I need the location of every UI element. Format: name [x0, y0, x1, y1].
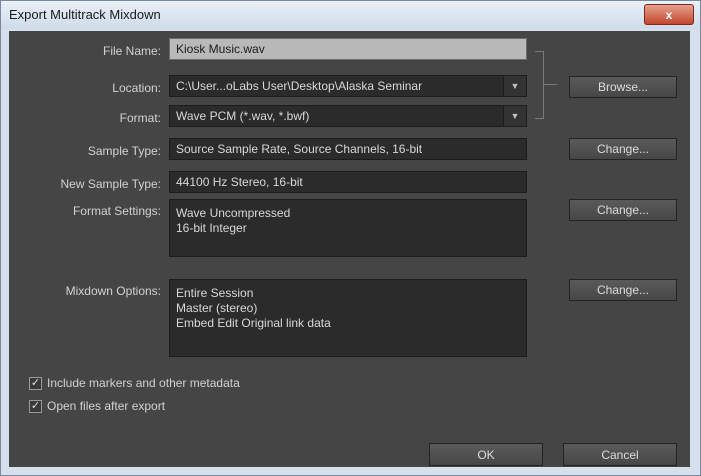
file-name-value: Kiosk Music.wav	[176, 42, 265, 56]
new-sample-type-field: 44100 Hz Stereo, 16-bit	[169, 171, 527, 193]
file-name-input[interactable]: Kiosk Music.wav	[169, 38, 527, 60]
new-sample-type-label: New Sample Type:	[60, 177, 162, 191]
cancel-button[interactable]: Cancel	[563, 443, 677, 466]
open-files-label: Open files after export	[47, 399, 166, 413]
file-name-label: File Name:	[102, 44, 161, 58]
checkmark-icon[interactable]: ✓	[29, 376, 42, 390]
ok-button[interactable]: OK	[429, 443, 543, 466]
format-label: Format:	[119, 111, 161, 125]
close-icon: x	[665, 7, 673, 22]
location-dropdown[interactable]: C:\User...oLabs User\Desktop\Alaska Semi…	[169, 75, 527, 97]
sample-type-value: Source Sample Rate, Source Channels, 16-…	[176, 142, 423, 156]
bracket-connector	[543, 84, 557, 85]
sample-type-label: Sample Type:	[87, 144, 161, 158]
format-settings-line: Wave Uncompressed	[176, 206, 291, 220]
format-dropdown[interactable]: Wave PCM (*.wav, *.bwf) ▼	[169, 105, 527, 127]
change-format-settings-button[interactable]: Change...	[569, 199, 677, 221]
format-value: Wave PCM (*.wav, *.bwf)	[176, 109, 310, 123]
location-label: Location:	[112, 81, 161, 95]
include-markers-label: Include markers and other metadata	[47, 376, 240, 390]
location-value: C:\User...oLabs User\Desktop\Alaska Semi…	[176, 79, 423, 93]
close-button[interactable]: x	[644, 4, 694, 25]
open-files-checkbox-row[interactable]: ✓ Open files after export	[29, 399, 165, 413]
mixdown-options-label: Mixdown Options:	[65, 284, 161, 298]
title-bar[interactable]: Export Multitrack Mixdown x	[1, 1, 700, 29]
format-settings-line: 16-bit Integer	[176, 221, 247, 235]
new-sample-type-value: 44100 Hz Stereo, 16-bit	[176, 175, 303, 189]
include-markers-checkbox-row[interactable]: ✓ Include markers and other metadata	[29, 376, 240, 390]
dialog-body: File Name: Kiosk Music.wav Location: C:\…	[9, 31, 690, 467]
mixdown-option-line: Entire Session	[176, 286, 254, 300]
format-settings-label: Format Settings:	[72, 204, 161, 218]
mixdown-options-box: Entire Session Master (stereo) Embed Edi…	[169, 279, 527, 357]
change-sample-type-button[interactable]: Change...	[569, 138, 677, 160]
checkmark-icon[interactable]: ✓	[29, 399, 42, 413]
browse-button[interactable]: Browse...	[569, 76, 677, 98]
field-group-bracket	[535, 51, 544, 119]
mixdown-option-line: Embed Edit Original link data	[176, 316, 331, 330]
dialog-title: Export Multitrack Mixdown	[9, 7, 161, 22]
chevron-down-icon[interactable]: ▼	[503, 106, 526, 126]
mixdown-option-line: Master (stereo)	[176, 301, 258, 315]
sample-type-field: Source Sample Rate, Source Channels, 16-…	[169, 138, 527, 160]
format-settings-box: Wave Uncompressed 16-bit Integer	[169, 199, 527, 257]
chevron-down-icon[interactable]: ▼	[503, 76, 526, 96]
change-mixdown-options-button[interactable]: Change...	[569, 279, 677, 301]
export-dialog: Export Multitrack Mixdown x File Name: K…	[0, 0, 701, 476]
